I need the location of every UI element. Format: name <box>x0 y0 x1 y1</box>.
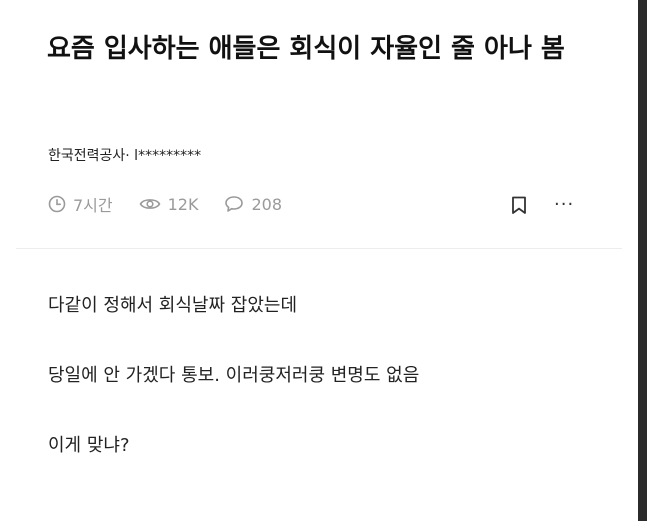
post-title: 요즘 입사하는 애들은 회식이 자율인 줄 아나 봄 <box>47 34 565 64</box>
meta-comments-text: 208 <box>251 194 283 214</box>
meta-views-text: 12K <box>167 194 199 214</box>
post-actions: ··· <box>508 194 574 216</box>
more-icon: ··· <box>554 194 575 215</box>
body-line-1: 다같이 정해서 회식날짜 잡았는데 <box>48 295 298 316</box>
meta-comments[interactable]: 208 <box>224 195 282 214</box>
bookmark-button[interactable] <box>508 194 530 216</box>
post-container: - - - - - - 요즘 입사하는 애들은 회식이 자율인 줄 아나 봄 한… <box>0 0 638 521</box>
post-author[interactable]: 한국전력공사· l********* <box>48 145 201 165</box>
post-meta: 7시간 12K 208 <box>48 192 308 216</box>
meta-time-text: 7시간 <box>73 196 113 215</box>
cropped-top-text: - - - - - - <box>48 0 119 5</box>
eye-icon <box>139 199 161 209</box>
bookmark-icon <box>512 196 526 214</box>
body-line-2: 당일에 안 가겠다 통보. 이러쿵저러쿵 변명도 없음 <box>48 365 420 386</box>
meta-time: 7시간 <box>48 192 113 216</box>
more-button[interactable]: ··· <box>554 196 574 214</box>
divider <box>16 248 622 249</box>
post-body: 다같이 정해서 회식날짜 잡았는데 당일에 안 가겠다 통보. 이러쿵저러쿵 변… <box>48 292 419 502</box>
meta-views: 12K <box>139 194 199 214</box>
window-edge <box>638 0 647 521</box>
body-line-3: 이게 맞냐? <box>48 435 130 456</box>
comment-icon <box>225 196 244 212</box>
clock-icon <box>48 195 66 213</box>
